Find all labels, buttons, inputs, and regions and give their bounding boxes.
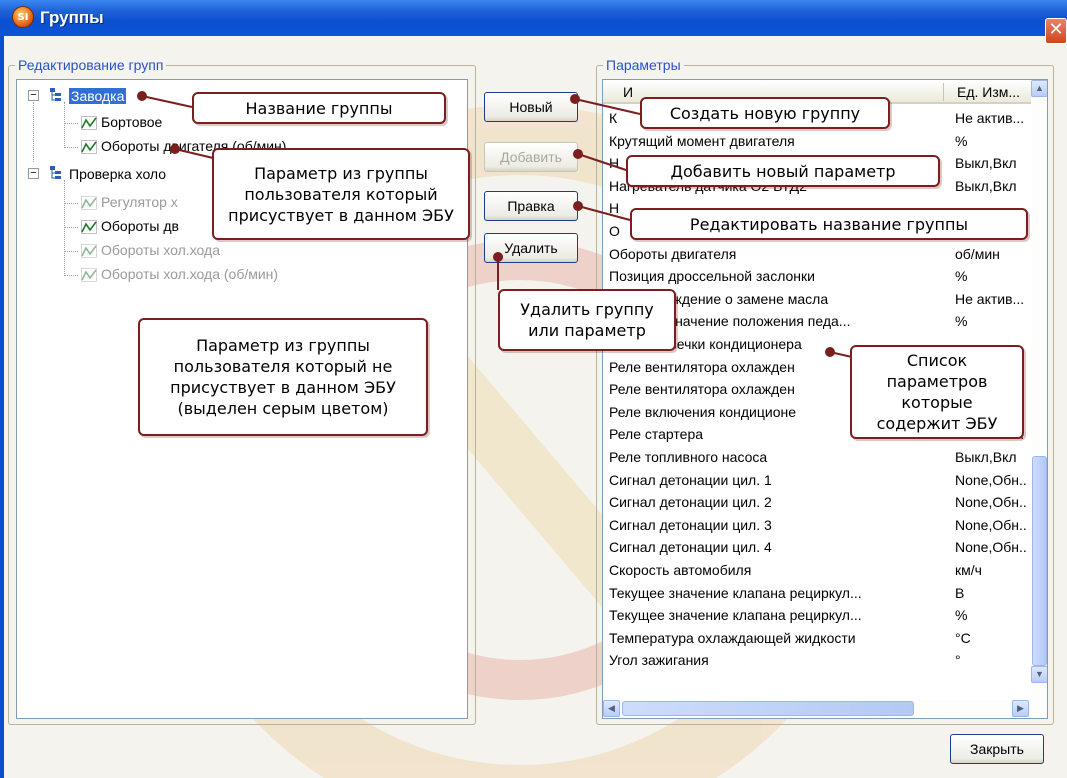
tree-item-parameter-missing[interactable]: Регулятор х bbox=[101, 192, 178, 212]
column-header-unit[interactable]: Ед. Изм... bbox=[957, 80, 1020, 104]
horizontal-scrollbar[interactable]: ◀ ▶ bbox=[603, 700, 1047, 718]
parameter-name: Реле топливного насоса bbox=[609, 449, 768, 465]
parameter-name: Позиция дроссельной заслонки bbox=[609, 268, 815, 285]
scroll-thumb-horizontal[interactable] bbox=[622, 701, 914, 716]
tree-line bbox=[64, 275, 78, 276]
tree-line bbox=[64, 203, 78, 204]
tree-line bbox=[64, 251, 78, 252]
parameter-graph-icon bbox=[81, 196, 97, 210]
parameter-name: Температура охлаждающей жидкости bbox=[609, 629, 856, 646]
tree-line bbox=[64, 147, 78, 148]
folder-tree-icon bbox=[50, 166, 61, 179]
folder-tree-icon bbox=[50, 88, 61, 101]
tree-item-group[interactable]: Заводка bbox=[69, 86, 127, 106]
parameter-graph-icon bbox=[81, 268, 97, 282]
window-titlebar[interactable]: SI Группы bbox=[0, 0, 1067, 36]
tree-item-parameter[interactable]: Бортовое bbox=[101, 112, 162, 132]
window-close-button[interactable]: ✕ bbox=[1045, 18, 1067, 44]
app-logo-icon: SI bbox=[12, 6, 34, 28]
vertical-scrollbar[interactable]: ▲ ▼ bbox=[1031, 80, 1047, 700]
parameter-name: Обороты двигателя bbox=[609, 245, 737, 262]
tree-line bbox=[64, 102, 65, 148]
parameter-graph-icon bbox=[81, 116, 97, 130]
parameter-graph-icon bbox=[81, 244, 97, 258]
window-title: Группы bbox=[40, 8, 104, 27]
callout-delete: Удалить группу или параметр bbox=[498, 289, 676, 351]
tree-item-group[interactable]: Проверка холо bbox=[69, 164, 166, 184]
parameter-name: Сигнал детонации цил. 2 bbox=[609, 494, 772, 511]
parameters-label: Параметры bbox=[603, 57, 684, 73]
tree-item-parameter[interactable]: Обороты дв bbox=[101, 216, 179, 236]
window-left-border bbox=[0, 36, 4, 778]
parameter-name: Крутящий момент двигателя bbox=[609, 132, 795, 149]
edit-group-button[interactable]: Правка bbox=[484, 191, 578, 221]
tree-line bbox=[33, 102, 34, 162]
scroll-left-icon[interactable]: ◀ bbox=[603, 700, 620, 717]
parameter-graph-icon bbox=[81, 140, 97, 154]
column-header-name[interactable]: И bbox=[623, 80, 633, 104]
parameter-name: Сигнал детонации цил. 4 bbox=[609, 539, 772, 556]
callout-edit-group: Редактировать название группы bbox=[630, 208, 1028, 240]
parameter-graph-icon bbox=[81, 220, 97, 234]
callout-create-group: Создать новую группу bbox=[640, 97, 890, 129]
tree-item-parameter-missing[interactable]: Обороты хол.хода bbox=[101, 240, 220, 260]
add-parameter-button[interactable]: Добавить bbox=[484, 142, 578, 172]
close-dialog-button[interactable]: Закрыть bbox=[950, 734, 1044, 764]
parameter-name: Сигнал детонации цил. 1 bbox=[609, 471, 772, 488]
parameter-name: Угол зажигания bbox=[609, 652, 709, 669]
callout-group-name: Название группы bbox=[192, 92, 446, 124]
callout-parameter-list: Список параметров которые содержит ЭБУ bbox=[850, 345, 1024, 439]
parameter-name: Скорость автомобиля bbox=[609, 562, 752, 578]
scroll-right-icon[interactable]: ▶ bbox=[1012, 700, 1029, 717]
callout-add-parameter: Добавить новый параметр bbox=[626, 155, 940, 187]
delete-button[interactable]: Удалить bbox=[484, 233, 578, 263]
new-group-button[interactable]: Новый bbox=[484, 92, 578, 122]
scroll-up-icon[interactable]: ▲ bbox=[1031, 80, 1047, 97]
tree-line bbox=[64, 227, 78, 228]
column-divider bbox=[943, 83, 944, 101]
collapse-toggle-icon[interactable]: − bbox=[28, 90, 39, 101]
tree-line bbox=[64, 180, 65, 276]
group-edit-label: Редактирование групп bbox=[15, 57, 167, 73]
parameter-name: Текущее значение клапана рециркул... bbox=[609, 607, 862, 624]
scroll-thumb[interactable] bbox=[1032, 456, 1047, 666]
parameter-name: Сигнал детонации цил. 3 bbox=[609, 516, 772, 533]
scroll-down-icon[interactable]: ▼ bbox=[1031, 666, 1047, 683]
parameter-name: Текущее значение клапана рециркул... bbox=[609, 584, 862, 601]
tree-item-parameter-missing[interactable]: Обороты хол.хода (об/мин) bbox=[101, 264, 278, 284]
callout-present-parameter: Параметр из группы пользователя который … bbox=[212, 148, 470, 240]
callout-absent-parameter: Параметр из группы пользователя который … bbox=[138, 318, 428, 436]
tree-line bbox=[64, 123, 78, 124]
tree-item-label: Заводка bbox=[69, 88, 127, 104]
collapse-toggle-icon[interactable]: − bbox=[28, 168, 39, 179]
